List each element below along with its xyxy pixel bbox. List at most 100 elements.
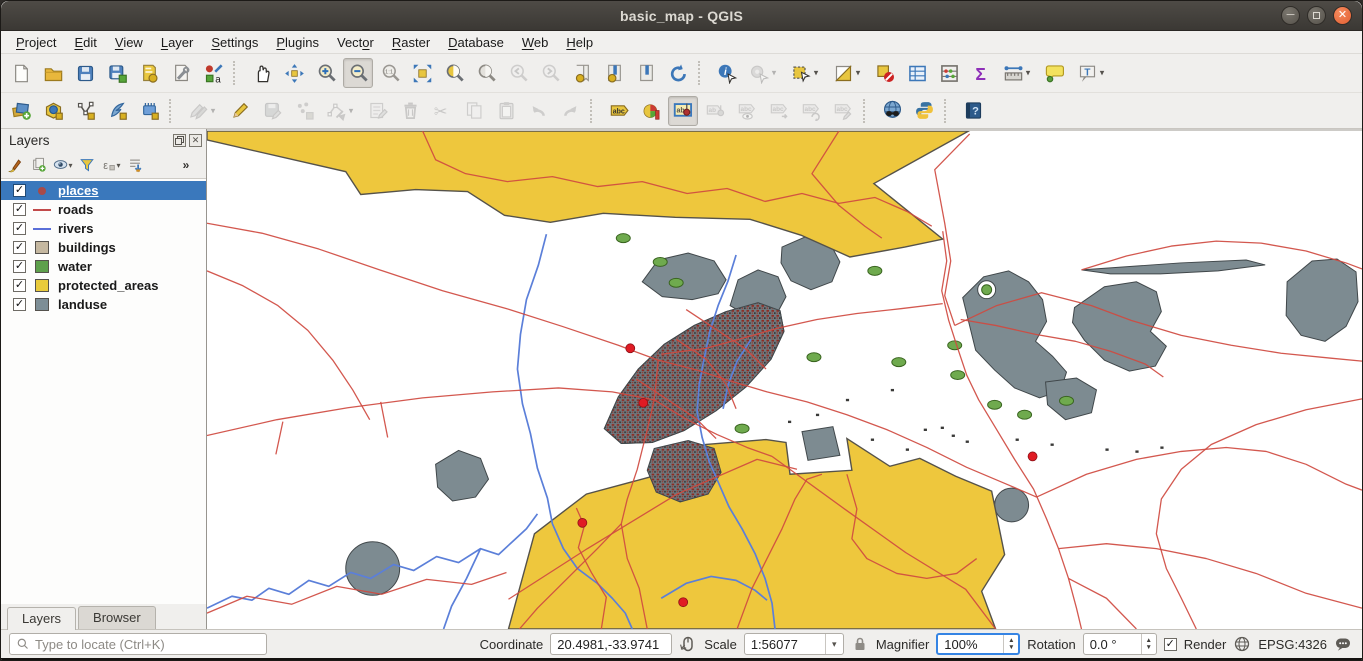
menu-project[interactable]: Project: [7, 33, 65, 52]
map-canvas[interactable]: [207, 129, 1362, 629]
mouse-tracking-icon[interactable]: [679, 635, 697, 653]
new-spatial-bookmark-button[interactable]: [567, 58, 597, 88]
maximize-button[interactable]: [1307, 6, 1326, 25]
zoom-out-button[interactable]: [343, 58, 373, 88]
layer-item-buildings[interactable]: ✓buildings: [1, 238, 206, 257]
text-annotation-button[interactable]: T▾: [1072, 58, 1102, 88]
measure-button[interactable]: ▾: [998, 58, 1028, 88]
close-button[interactable]: ✕: [1333, 6, 1352, 25]
layer-diagram-button[interactable]: [636, 96, 666, 126]
panel-overflow-button[interactable]: »: [174, 154, 198, 176]
rotation-spin-arrows[interactable]: ▲▼: [1141, 634, 1156, 654]
select-features-dropdown-arrow[interactable]: ▾: [811, 68, 821, 79]
menu-database[interactable]: Database: [439, 33, 513, 52]
layer-item-rivers[interactable]: ✓rivers: [1, 219, 206, 238]
manage-map-themes-button[interactable]: ▾: [51, 154, 75, 176]
magnifier-spin-arrows[interactable]: ▲▼: [1003, 635, 1018, 653]
layer-checkbox-buildings[interactable]: ✓: [13, 241, 26, 254]
menu-raster[interactable]: Raster: [383, 33, 439, 52]
select-features-button[interactable]: ▾: [786, 58, 816, 88]
layer-item-protected_areas[interactable]: ✓protected_areas: [1, 276, 206, 295]
layer-label-options-button[interactable]: ab: [668, 96, 698, 126]
add-group-button[interactable]: [27, 154, 51, 176]
show-bookmark-manager-button[interactable]: [599, 58, 629, 88]
measure-dropdown-arrow[interactable]: ▾: [1023, 68, 1033, 79]
zoom-to-layer-button[interactable]: [439, 58, 469, 88]
scale-dropdown-arrow[interactable]: ▾: [825, 634, 843, 654]
show-bookmarks-button[interactable]: [631, 58, 661, 88]
new-spatialite-layer-button[interactable]: [102, 96, 132, 126]
minimize-button[interactable]: ─: [1281, 6, 1300, 25]
open-layer-styling-button[interactable]: [3, 154, 27, 176]
filter-by-expression-dropdown-arrow[interactable]: ▾: [116, 161, 120, 170]
panel-tab-browser[interactable]: Browser: [78, 606, 156, 629]
save-project-as-button[interactable]: [102, 58, 132, 88]
zoom-in-button[interactable]: [311, 58, 341, 88]
data-source-manager-button[interactable]: [6, 96, 36, 126]
select-by-form-button[interactable]: ▾: [828, 58, 858, 88]
menu-vector[interactable]: Vector: [328, 33, 383, 52]
scale-combo[interactable]: 1:56077 ▾: [744, 633, 844, 655]
new-geopackage-layer-button[interactable]: [38, 96, 68, 126]
toggle-editing-button[interactable]: [225, 96, 255, 126]
magnifier-spinbox[interactable]: 100% ▲▼: [936, 633, 1020, 655]
render-checkbox[interactable]: ✓: [1164, 638, 1177, 651]
help-button[interactable]: ?: [958, 96, 988, 126]
layer-checkbox-water[interactable]: ✓: [13, 260, 26, 273]
messages-icon[interactable]: [1334, 635, 1352, 653]
run-feature-action-dropdown-arrow[interactable]: ▾: [769, 68, 779, 79]
save-project-button[interactable]: [70, 58, 100, 88]
panel-tab-layers[interactable]: Layers: [7, 607, 76, 630]
zoom-to-selection-button[interactable]: [471, 58, 501, 88]
lock-icon[interactable]: [851, 635, 869, 653]
layer-item-landuse[interactable]: ✓landuse: [1, 295, 206, 314]
layer-item-places[interactable]: ✓places: [1, 181, 206, 200]
pan-map-button[interactable]: [247, 58, 277, 88]
map-tips-button[interactable]: [1040, 58, 1070, 88]
metasearch-button[interactable]: [877, 96, 907, 126]
locator-input[interactable]: [35, 637, 260, 652]
crs-globe-icon[interactable]: [1233, 635, 1251, 653]
filter-legend-button[interactable]: [75, 154, 99, 176]
layer-checkbox-rivers[interactable]: ✓: [13, 222, 26, 235]
expand-collapse-all-button[interactable]: [123, 154, 147, 176]
menu-layer[interactable]: Layer: [152, 33, 203, 52]
refresh-map-button[interactable]: [663, 58, 693, 88]
vertex-tool-dropdown-arrow[interactable]: ▾: [346, 105, 356, 116]
layer-checkbox-places[interactable]: ✓: [13, 184, 26, 197]
zoom-native-button[interactable]: 1:1: [375, 58, 405, 88]
field-calculator-button[interactable]: [934, 58, 964, 88]
layer-checkbox-protected_areas[interactable]: ✓: [13, 279, 26, 292]
coordinate-field[interactable]: 20.4981,-33.9741: [550, 633, 672, 655]
rotation-spinbox[interactable]: 0.0 ° ▲▼: [1083, 633, 1157, 655]
layer-labeling-button[interactable]: abc: [604, 96, 634, 126]
filter-by-expression-button[interactable]: ε▾: [99, 154, 123, 176]
menu-plugins[interactable]: Plugins: [267, 33, 328, 52]
text-annotation-dropdown-arrow[interactable]: ▾: [1097, 68, 1107, 79]
style-manager-button[interactable]: a: [198, 58, 228, 88]
manage-map-themes-dropdown-arrow[interactable]: ▾: [68, 161, 72, 170]
locator-box[interactable]: [9, 633, 267, 655]
python-console-button[interactable]: [909, 96, 939, 126]
panel-float-button[interactable]: [173, 134, 186, 147]
zoom-full-button[interactable]: [407, 58, 437, 88]
open-attribute-table-button[interactable]: [902, 58, 932, 88]
new-project-button[interactable]: [6, 58, 36, 88]
show-layout-manager-button[interactable]: [166, 58, 196, 88]
pan-to-selection-button[interactable]: [279, 58, 309, 88]
identify-features-button[interactable]: i: [712, 58, 742, 88]
layer-item-roads[interactable]: ✓roads: [1, 200, 206, 219]
deselect-all-button[interactable]: [870, 58, 900, 88]
layer-item-water[interactable]: ✓water: [1, 257, 206, 276]
new-print-layout-button[interactable]: [134, 58, 164, 88]
layer-checkbox-landuse[interactable]: ✓: [13, 298, 26, 311]
menu-view[interactable]: View: [106, 33, 152, 52]
select-by-form-dropdown-arrow[interactable]: ▾: [853, 68, 863, 79]
menu-help[interactable]: Help: [557, 33, 602, 52]
menu-settings[interactable]: Settings: [202, 33, 267, 52]
new-shapefile-layer-button[interactable]: [70, 96, 100, 126]
layer-checkbox-roads[interactable]: ✓: [13, 203, 26, 216]
crs-status[interactable]: EPSG:4326: [1258, 637, 1327, 652]
new-virtual-layer-button[interactable]: [134, 96, 164, 126]
panel-close-button[interactable]: ✕: [189, 134, 202, 147]
